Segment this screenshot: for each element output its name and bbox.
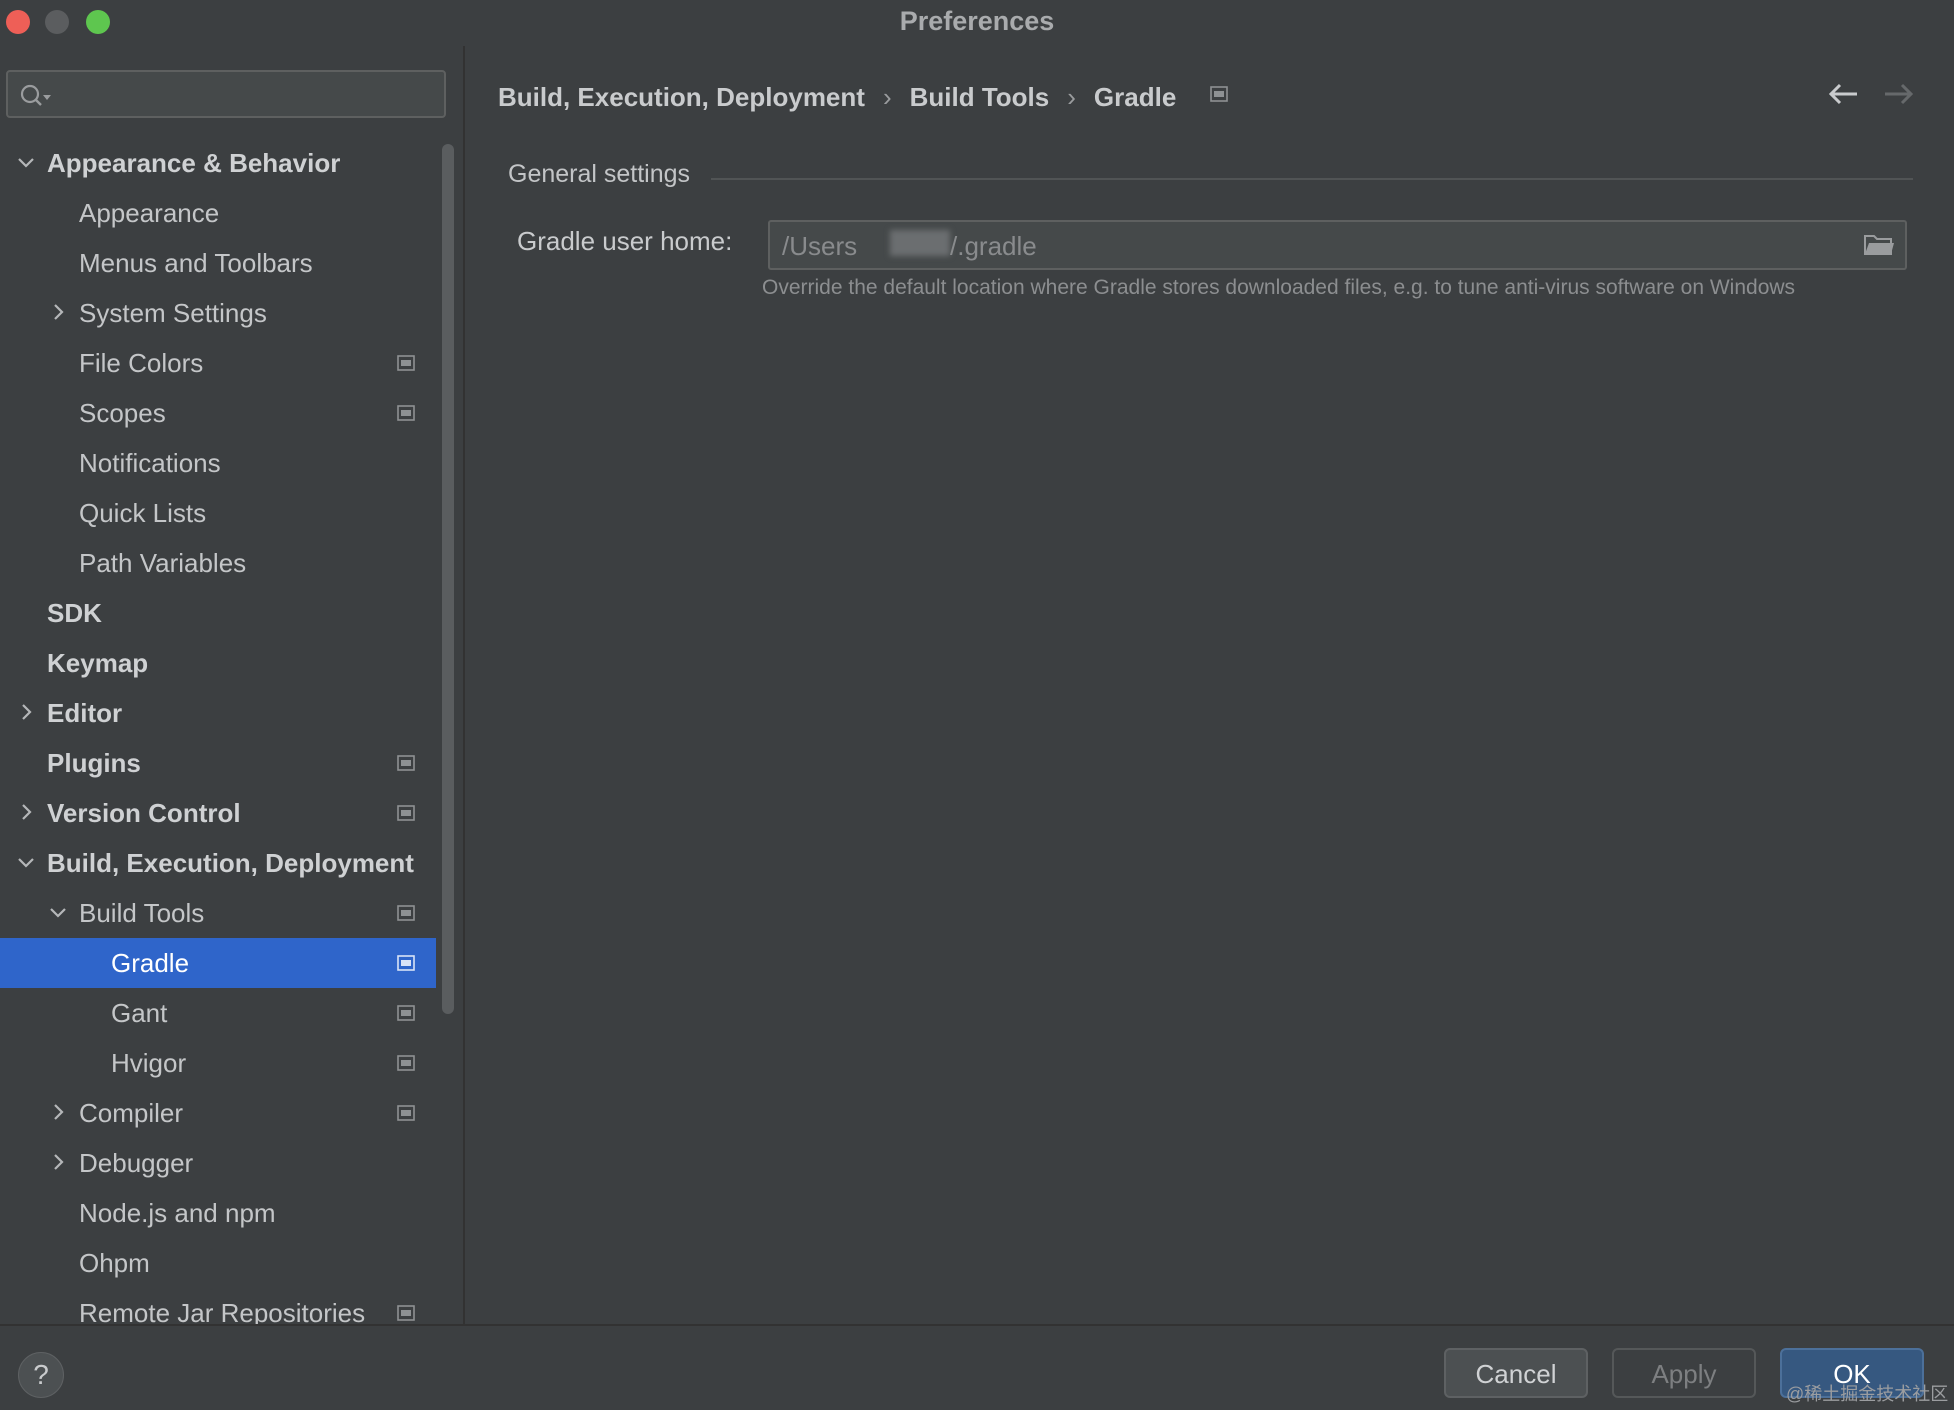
tree-item-label: SDK	[47, 598, 102, 628]
tree-item-label: Keymap	[47, 648, 149, 678]
tree-item-label: Node.js and npm	[79, 1198, 276, 1228]
project-settings-icon	[397, 1305, 415, 1321]
chevron-right-icon[interactable]	[46, 1138, 70, 1188]
tree-item-label: Appearance & Behavior	[47, 148, 341, 178]
tree-item-gradle[interactable]: Gradle	[0, 938, 436, 988]
tree-item-label: Gradle	[111, 948, 190, 978]
search-icon	[20, 84, 51, 106]
tree-item-editor[interactable]: Editor	[0, 688, 436, 738]
watermark: @稀土掘金技术社区	[1786, 1384, 1949, 1404]
breadcrumb-separator: ›	[882, 81, 892, 112]
chevron-down-icon[interactable]	[46, 888, 70, 938]
chevron-right-icon[interactable]	[14, 688, 38, 738]
tree-item-plugins[interactable]: Plugins	[0, 738, 436, 788]
settings-search-field[interactable]	[6, 70, 446, 118]
tree-item-keymap[interactable]: Keymap	[0, 638, 436, 688]
project-settings-icon	[397, 355, 415, 371]
tree-item-node-js-and-npm[interactable]: Node.js and npm	[0, 1188, 436, 1238]
tree-item-label: Ohpm	[79, 1248, 150, 1278]
tree-item-compiler[interactable]: Compiler	[0, 1088, 436, 1138]
section-divider	[711, 178, 1913, 180]
tree-item-system-settings[interactable]: System Settings	[0, 288, 436, 338]
cancel-button[interactable]: Cancel	[1444, 1348, 1588, 1398]
tree-item-ohpm[interactable]: Ohpm	[0, 1238, 436, 1288]
tree-item-gant[interactable]: Gant	[0, 988, 436, 1038]
back-arrow-icon[interactable]	[1827, 80, 1861, 108]
tree-item-build-tools[interactable]: Build Tools	[0, 888, 436, 938]
tree-item-label: Menus and Toolbars	[79, 248, 313, 278]
tree-item-remote-jar-repositories[interactable]: Remote Jar Repositories	[0, 1288, 436, 1324]
tree-item-label: Editor	[47, 698, 123, 728]
tree-item-label: Notifications	[79, 448, 221, 478]
breadcrumb-item-gradle: Gradle	[1093, 81, 1177, 112]
gradle-user-home-value-suffix: /.gradle	[950, 231, 1037, 261]
tree-item-label: Build Tools	[79, 898, 205, 928]
project-settings-icon	[397, 1105, 415, 1121]
tree-item-path-variables[interactable]: Path Variables	[0, 538, 436, 588]
breadcrumb-separator: ›	[1067, 81, 1076, 112]
tree-item-label: Scopes	[79, 398, 166, 428]
breadcrumb-item-build-execution-deployment[interactable]: Build, Execution, Deployment	[498, 82, 865, 113]
tree-item-scopes[interactable]: Scopes	[0, 388, 436, 438]
tree-item-sdk[interactable]: SDK	[0, 588, 436, 638]
redacted-username	[890, 230, 950, 256]
tree-item-label: System Settings	[79, 298, 267, 328]
sidebar-scrollbar[interactable]	[442, 144, 454, 1014]
title-bar: Preferences	[0, 0, 1954, 46]
project-settings-icon	[397, 1055, 415, 1071]
project-settings-icon	[397, 755, 415, 771]
tree-item-label: Appearance	[79, 198, 220, 228]
tree-item-label: Hvigor	[111, 1048, 187, 1078]
settings-tree: Appearance & Behavior Appearance Menus and…	[0, 138, 436, 1324]
project-settings-icon	[397, 905, 415, 921]
window-title: Preferences	[899, 6, 1055, 36]
tree-item-version-control[interactable]: Version Control	[0, 788, 436, 838]
tree-item-label: File Colors	[79, 348, 204, 378]
project-settings-icon	[397, 1005, 415, 1021]
breadcrumb-item-build-tools[interactable]: Build Tools	[910, 82, 1050, 113]
general-settings-heading: General settings	[508, 160, 691, 188]
folder-icon[interactable]	[1863, 232, 1895, 258]
project-settings-icon	[397, 805, 415, 821]
dialog-button-bar: ? Cancel Apply OK @稀土掘金技术社区	[0, 1324, 1954, 1410]
tree-item-debugger[interactable]: Debugger	[0, 1138, 436, 1188]
tree-item-label: Plugins	[47, 748, 141, 778]
forward-arrow-icon[interactable]	[1881, 80, 1915, 108]
tree-item-appearance[interactable]: Appearance	[0, 188, 436, 238]
chevron-right-icon[interactable]	[14, 788, 38, 838]
gradle-user-home-input[interactable]: /Users /.gradle	[768, 220, 1907, 270]
tree-item-label: Gant	[111, 998, 168, 1028]
tree-item-label: Remote Jar Repositories	[79, 1298, 366, 1324]
chevron-right-icon[interactable]	[46, 1088, 70, 1138]
tree-item-file-colors[interactable]: File Colors	[0, 338, 436, 388]
apply-button[interactable]: Apply	[1612, 1348, 1756, 1398]
tree-item-quick-lists[interactable]: Quick Lists	[0, 488, 436, 538]
chevron-right-icon[interactable]	[46, 288, 70, 338]
project-settings-icon	[397, 955, 415, 971]
project-settings-icon	[397, 405, 415, 421]
settings-content: Build, Execution, Deployment › Build Tools…	[465, 46, 1954, 1324]
project-settings-icon	[1209, 86, 1228, 102]
tree-item-build-execution-deployment[interactable]: Build, Execution, Deployment	[0, 838, 436, 888]
tree-item-notifications[interactable]: Notifications	[0, 438, 436, 488]
tree-item-label: Build, Execution, Deployment	[47, 848, 414, 878]
breadcrumb: Build, Execution, Deployment › Build Tools…	[498, 80, 1228, 120]
tree-item-label: Quick Lists	[79, 498, 207, 528]
chevron-down-icon[interactable]	[14, 138, 38, 188]
tree-item-hvigor[interactable]: Hvigor	[0, 1038, 436, 1088]
tree-item-menus-and-toolbars[interactable]: Menus and Toolbars	[0, 238, 436, 288]
gradle-user-home-hint: Override the default location where Grad…	[762, 276, 1796, 299]
chevron-down-icon[interactable]	[14, 838, 38, 888]
settings-sidebar: Appearance & Behavior Appearance Menus and…	[0, 46, 465, 1324]
gradle-user-home-value-prefix: /Users	[782, 231, 858, 261]
tree-item-label: Compiler	[79, 1098, 184, 1128]
gradle-user-home-label: Gradle user home:	[517, 226, 733, 256]
help-button[interactable]: ?	[18, 1352, 64, 1398]
tree-item-label: Debugger	[79, 1148, 194, 1178]
tree-item-label: Version Control	[47, 798, 241, 828]
tree-item-label: Path Variables	[79, 548, 247, 578]
tree-item-appearance-behavior[interactable]: Appearance & Behavior	[0, 138, 436, 188]
